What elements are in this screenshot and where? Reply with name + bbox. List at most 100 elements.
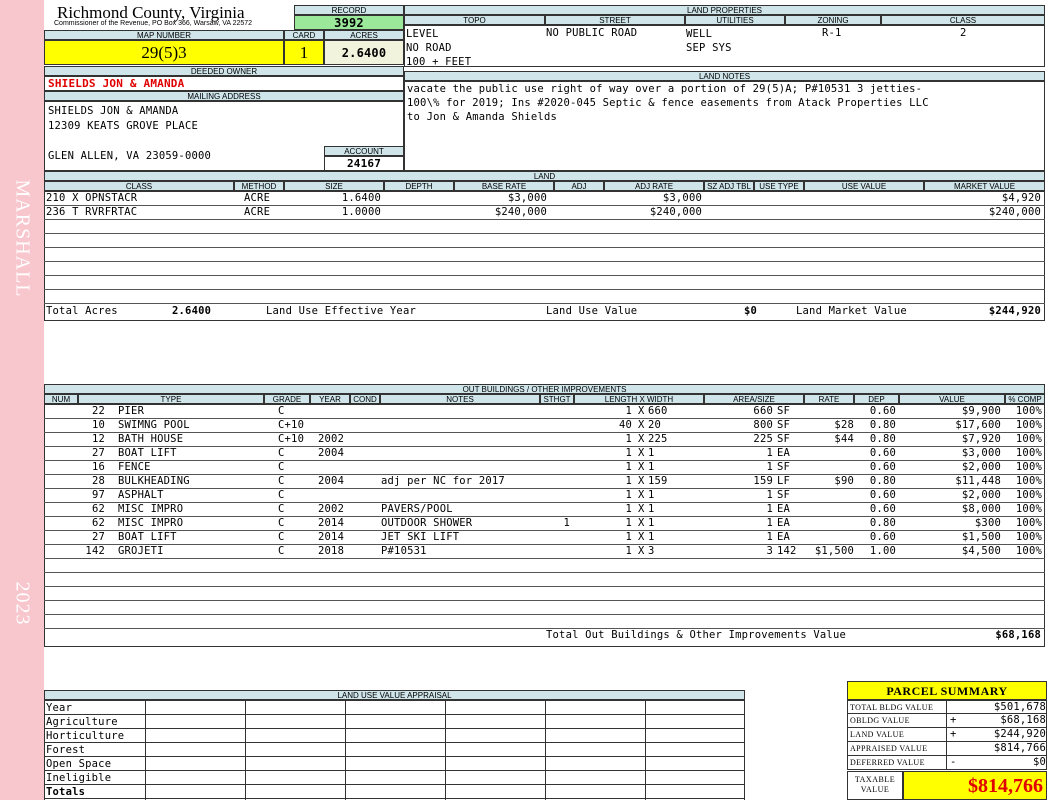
ob-x-separator: X — [638, 405, 645, 417]
ob-value: $3,000 — [961, 447, 1001, 459]
land-cell-base-rate: $240,000 — [494, 206, 547, 218]
ob-type: PIER — [118, 405, 145, 417]
ob-comp: 100% — [1015, 433, 1042, 445]
ob-area: 159 — [753, 475, 773, 487]
summary-label: APPRAISED VALUE — [850, 744, 928, 753]
ob-year: 2002 — [318, 503, 345, 515]
luva-header: LAND USE VALUE APPRAISAL — [44, 690, 745, 700]
land-row-divider — [44, 289, 1045, 290]
utility-value: SEP SYS — [686, 42, 732, 54]
summary-value: $244,920 — [993, 728, 1046, 740]
land-col-base-rate: BASE RATE — [454, 181, 554, 191]
ob-type: SWIMNG POOL — [118, 419, 190, 431]
ob-unit: SF — [777, 461, 791, 473]
ob-dep: 0.60 — [869, 405, 896, 417]
summary-value: $814,766 — [993, 742, 1046, 754]
mailing-line: SHIELDS JON & AMANDA — [48, 105, 179, 117]
ob-notes: PAVERS/POOL — [381, 503, 453, 515]
land-note-line: to Jon & Amanda Shields — [407, 111, 557, 123]
outbuildings-column-headers: NUM TYPE GRADE YEAR COND NOTES STHGT LEN… — [44, 394, 1045, 404]
ob-area: 3 — [766, 545, 773, 557]
ob-value: $4,500 — [961, 545, 1001, 557]
ob-type: GROJETI — [118, 545, 164, 557]
taxable-label-2: VALUE — [860, 785, 890, 794]
ob-notes: P#10531 — [381, 545, 427, 557]
luva-row-divider — [45, 728, 744, 729]
ob-col-comp: % COMP — [1005, 394, 1045, 404]
land-market-value-label: Land Market Value — [796, 305, 907, 317]
mailing-line: 12309 KEATS GROVE PLACE — [48, 120, 198, 132]
ob-col-area: AREA/SIZE — [704, 394, 804, 404]
summary-value: $501,678 — [993, 701, 1046, 713]
luva-row-divider — [45, 770, 744, 771]
card-number: 1 — [284, 40, 324, 65]
outbuildings-header: OUT BUILDINGS / OTHER IMPROVEMENTS — [44, 384, 1045, 394]
summary-row: TOTAL BLDG VALUE $501,678 — [847, 700, 1047, 714]
ob-area: 1 — [766, 517, 773, 529]
table-row: 22 PIER C 1 X 660 660 SF 0.60 $9,900 100% — [44, 404, 1045, 418]
land-cell-base-rate: $3,000 — [507, 192, 547, 204]
ob-row-divider — [44, 600, 1045, 601]
ob-unit: EA — [777, 531, 791, 543]
table-row: 142 GROJETI C 2018 P#10531 1 X 3 3 142 $1,500 1.00 $… — [44, 544, 1045, 558]
ob-dep: 0.60 — [869, 447, 896, 459]
ob-num: 62 — [91, 517, 105, 529]
ob-value: $8,000 — [961, 503, 1001, 515]
land-cell-size: 1.6400 — [341, 192, 381, 204]
topo-header: TOPO — [404, 15, 545, 25]
summary-label: TOTAL BLDG VALUE — [850, 703, 934, 712]
ob-type: BOAT LIFT — [118, 447, 177, 459]
ob-value: $1,500 — [961, 531, 1001, 543]
ob-rate: $28 — [834, 419, 854, 431]
ob-col-sthgt: STHGT — [540, 394, 574, 404]
ob-col-dep: DEP — [854, 394, 899, 404]
ob-x-separator: X — [638, 531, 645, 543]
ob-width: 1 — [648, 517, 655, 529]
luva-col-divider — [645, 701, 646, 800]
ob-notes: OUTDOOR SHOWER — [381, 517, 473, 529]
ob-col-num: NUM — [44, 394, 78, 404]
ob-area: 1 — [766, 489, 773, 501]
card-header: CARD — [284, 30, 324, 40]
land-col-sz-adj: SZ ADJ TBL — [704, 181, 754, 191]
land-cell-method: ACRE — [244, 206, 271, 218]
land-col-market-value: MARKET VALUE — [924, 181, 1045, 191]
ob-grade: C — [278, 447, 285, 459]
street-value: NO PUBLIC ROAD — [546, 27, 638, 39]
ob-width: 225 — [648, 433, 668, 445]
mailing-address-header: MAILING ADDRESS — [44, 91, 404, 101]
summary-divider — [946, 742, 947, 755]
ob-num: 16 — [91, 461, 105, 473]
table-row: 62 MISC IMPRO C 2014 OUTDOOR SHOWER 1 1 X 1 1 EA 0.… — [44, 516, 1045, 530]
ob-unit: SF — [777, 489, 791, 501]
luva-col-divider — [445, 701, 446, 800]
table-row: 27 BOAT LIFT C 2014 JET SKI LIFT 1 X 1 1 EA 0.60 $1… — [44, 530, 1045, 544]
ob-grade: C — [278, 475, 285, 487]
luva-row-divider — [45, 784, 744, 785]
ob-grade: C — [278, 405, 285, 417]
table-row: 28 BULKHEADING C 2004 adj per NC for 2017 1 X 1… — [44, 474, 1045, 488]
ob-value: $9,900 — [961, 405, 1001, 417]
ob-num: 10 — [91, 419, 105, 431]
ob-num: 27 — [91, 531, 105, 543]
year-label: 2023 — [11, 581, 34, 626]
land-note-line: vacate the public use right of way over … — [407, 83, 923, 95]
ob-length: 1 — [625, 517, 632, 529]
ob-length: 1 — [625, 447, 632, 459]
ob-value: $2,000 — [961, 461, 1001, 473]
ob-grade: C+10 — [278, 419, 305, 431]
summary-label: LAND VALUE — [850, 730, 905, 739]
ob-length: 1 — [625, 503, 632, 515]
ob-value: $11,448 — [955, 475, 1001, 487]
account-header: ACCOUNT — [324, 146, 404, 156]
record-number: 3992 — [294, 15, 404, 30]
ob-length: 1 — [625, 433, 632, 445]
land-note-line: 100\% for 2019; Ins #2020-045 Septic & f… — [407, 97, 929, 109]
ob-grade: C — [278, 517, 285, 529]
ob-unit: SF — [777, 419, 791, 431]
land-row-divider — [44, 233, 1045, 234]
land-market-value: $244,920 — [988, 305, 1041, 317]
table-row: 62 MISC IMPRO C 2002 PAVERS/POOL 1 X 1 1 EA 0.60 $8… — [44, 502, 1045, 516]
ob-rate: $90 — [834, 475, 854, 487]
deeded-owner: SHIELDS JON & AMANDA — [44, 76, 404, 91]
